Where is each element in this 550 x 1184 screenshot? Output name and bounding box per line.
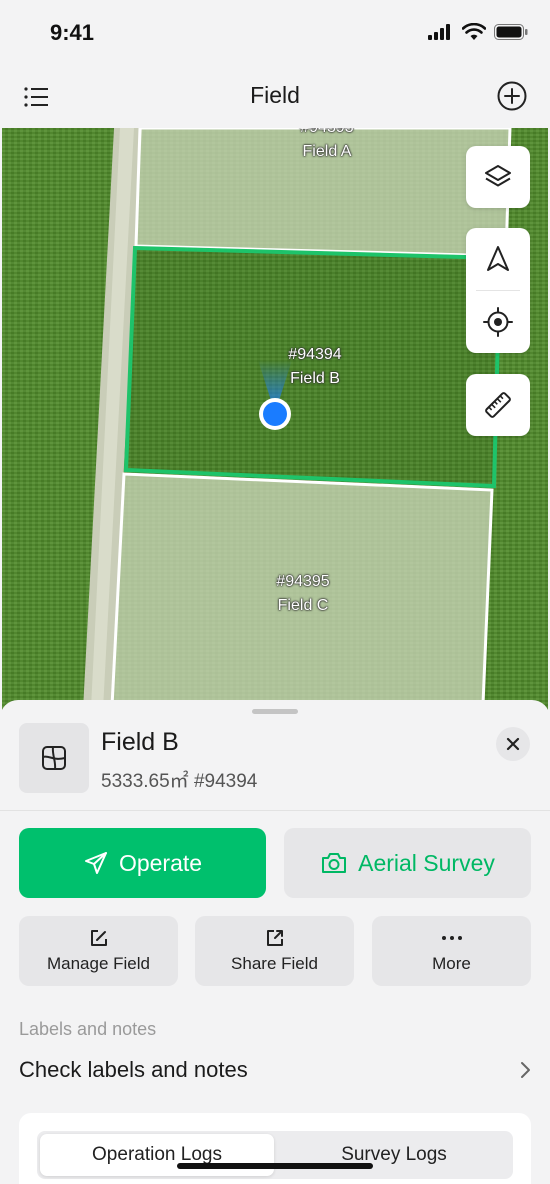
tab-survey-logs[interactable]: Survey Logs <box>277 1134 511 1176</box>
measure-button[interactable] <box>466 374 530 436</box>
aerial-survey-label: Aerial Survey <box>358 849 495 876</box>
field-a-label: #94393 Field A <box>282 128 372 164</box>
field-area-id: 5333.65㎡ #94394 <box>101 771 258 792</box>
navigation-button[interactable] <box>466 228 530 290</box>
sheet-grabber[interactable] <box>252 709 298 714</box>
wifi-icon <box>462 23 486 40</box>
status-icons <box>428 23 528 41</box>
field-b-name: Field B <box>290 370 340 387</box>
manage-field-button[interactable]: Manage Field <box>19 916 178 986</box>
field-a-id: #94393 <box>282 128 372 140</box>
operate-label: Operate <box>118 849 203 876</box>
locate-button[interactable] <box>466 291 530 353</box>
field-c-label: #94395 Field C <box>258 570 348 618</box>
layers-button[interactable] <box>466 146 530 208</box>
home-indicator[interactable] <box>177 1163 373 1169</box>
plus-circle-icon <box>497 81 527 111</box>
aerial-survey-button[interactable]: Aerial Survey <box>284 828 531 898</box>
chevron-right-icon <box>521 1062 530 1078</box>
check-notes-link[interactable]: Check labels and notes <box>19 1052 531 1088</box>
more-label: More <box>432 954 471 973</box>
edit-icon <box>90 930 107 946</box>
close-button[interactable] <box>496 727 530 761</box>
nav-locate-group <box>466 228 530 353</box>
add-field-button[interactable] <box>496 80 528 112</box>
field-c-name: Field C <box>277 597 329 614</box>
send-icon <box>84 852 107 874</box>
nav-bar: Field <box>0 68 550 128</box>
notes-section-label: Labels and notes <box>19 1019 157 1039</box>
camera-icon <box>322 853 347 873</box>
logs-card: Operation Logs Survey Logs <box>19 1113 531 1184</box>
signal-icon <box>428 24 450 40</box>
field-detail-sheet: Field B 5333.65㎡ #94394 Operate Aerial S… <box>0 700 550 1184</box>
navigation-icon <box>487 246 509 271</box>
check-notes-text: Check labels and notes <box>19 1057 248 1082</box>
locate-icon <box>483 307 513 337</box>
field-map-icon <box>42 746 66 770</box>
more-icon <box>441 936 462 940</box>
close-icon <box>506 737 520 751</box>
field-b-label: #94394 Field B <box>270 343 360 391</box>
manage-field-label: Manage Field <box>46 954 150 973</box>
layers-icon <box>485 165 511 187</box>
field-title: Field B <box>101 728 179 756</box>
page-title: Field <box>250 82 300 108</box>
operate-button[interactable]: Operate <box>19 828 266 898</box>
field-b-id: #94394 <box>288 346 342 363</box>
share-field-label: Share Field <box>231 954 318 973</box>
divider <box>0 810 550 811</box>
ruler-icon <box>485 392 511 418</box>
status-bar: 9:41 <box>0 0 550 68</box>
field-thumbnail <box>19 723 89 793</box>
map-view[interactable]: #94393 Field A #94394 Field B #94395 Fie… <box>2 128 548 728</box>
battery-icon <box>494 24 528 40</box>
status-time: 9:41 <box>50 20 95 45</box>
logs-segmented-control: Operation Logs Survey Logs <box>37 1131 513 1179</box>
more-button[interactable]: More <box>372 916 531 986</box>
tab-operation-logs[interactable]: Operation Logs <box>40 1134 274 1176</box>
share-icon <box>266 930 283 946</box>
location-dot <box>263 402 287 426</box>
share-field-button[interactable]: Share Field <box>195 916 354 986</box>
field-c-id: #94395 <box>276 573 330 590</box>
field-a-name: Field A <box>302 143 352 160</box>
